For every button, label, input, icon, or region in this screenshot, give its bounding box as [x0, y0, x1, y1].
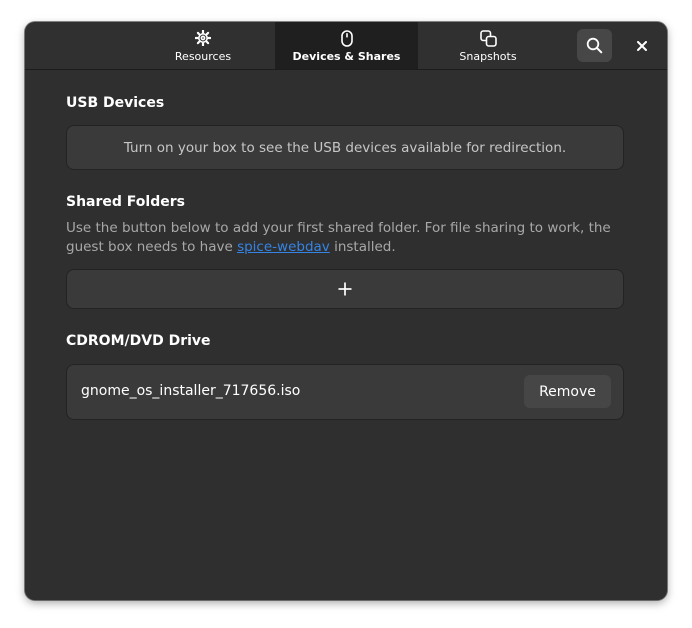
close-button[interactable] [629, 33, 654, 58]
shared-folders-description: Use the button below to add your first s… [66, 219, 626, 257]
cdrom-title: CDROM/DVD Drive [66, 333, 211, 349]
search-button[interactable] [577, 29, 612, 62]
tab-label: Snapshots [459, 50, 517, 63]
tab-snapshots[interactable]: Snapshots [438, 22, 538, 69]
spice-webdav-link[interactable]: spice-webdav [237, 239, 330, 255]
content-area: USB Devices Turn on your box to see the … [25, 70, 667, 600]
search-icon [586, 37, 603, 54]
add-shared-folder-button[interactable] [66, 269, 624, 309]
snapshot-icon [479, 29, 497, 47]
tab-label: Resources [174, 50, 232, 63]
tab-label: Devices & Shares [292, 50, 401, 63]
iso-file-name: gnome_os_installer_717656.iso [81, 383, 301, 399]
usb-devices-title: USB Devices [66, 95, 165, 111]
cdrom-card: gnome_os_installer_717656.iso Remove [66, 364, 624, 420]
tab-devices-shares[interactable]: Devices & Shares [275, 22, 418, 69]
tab-resources[interactable]: Resources [153, 22, 253, 69]
gear-icon [194, 29, 212, 47]
description-text-end: installed. [329, 239, 396, 255]
header-bar: Resources Devices & Shares Snapshots [25, 22, 667, 70]
usb-devices-card: Turn on your box to see the USB devices … [66, 125, 624, 170]
shared-folders-title: Shared Folders [66, 194, 185, 210]
close-icon [636, 40, 647, 51]
window: Resources Devices & Shares Snapshots USB… [25, 22, 667, 600]
remove-button[interactable]: Remove [524, 375, 611, 408]
usb-devices-message: Turn on your box to see the USB devices … [123, 139, 567, 156]
mouse-icon [338, 29, 356, 47]
plus-icon [338, 282, 352, 296]
